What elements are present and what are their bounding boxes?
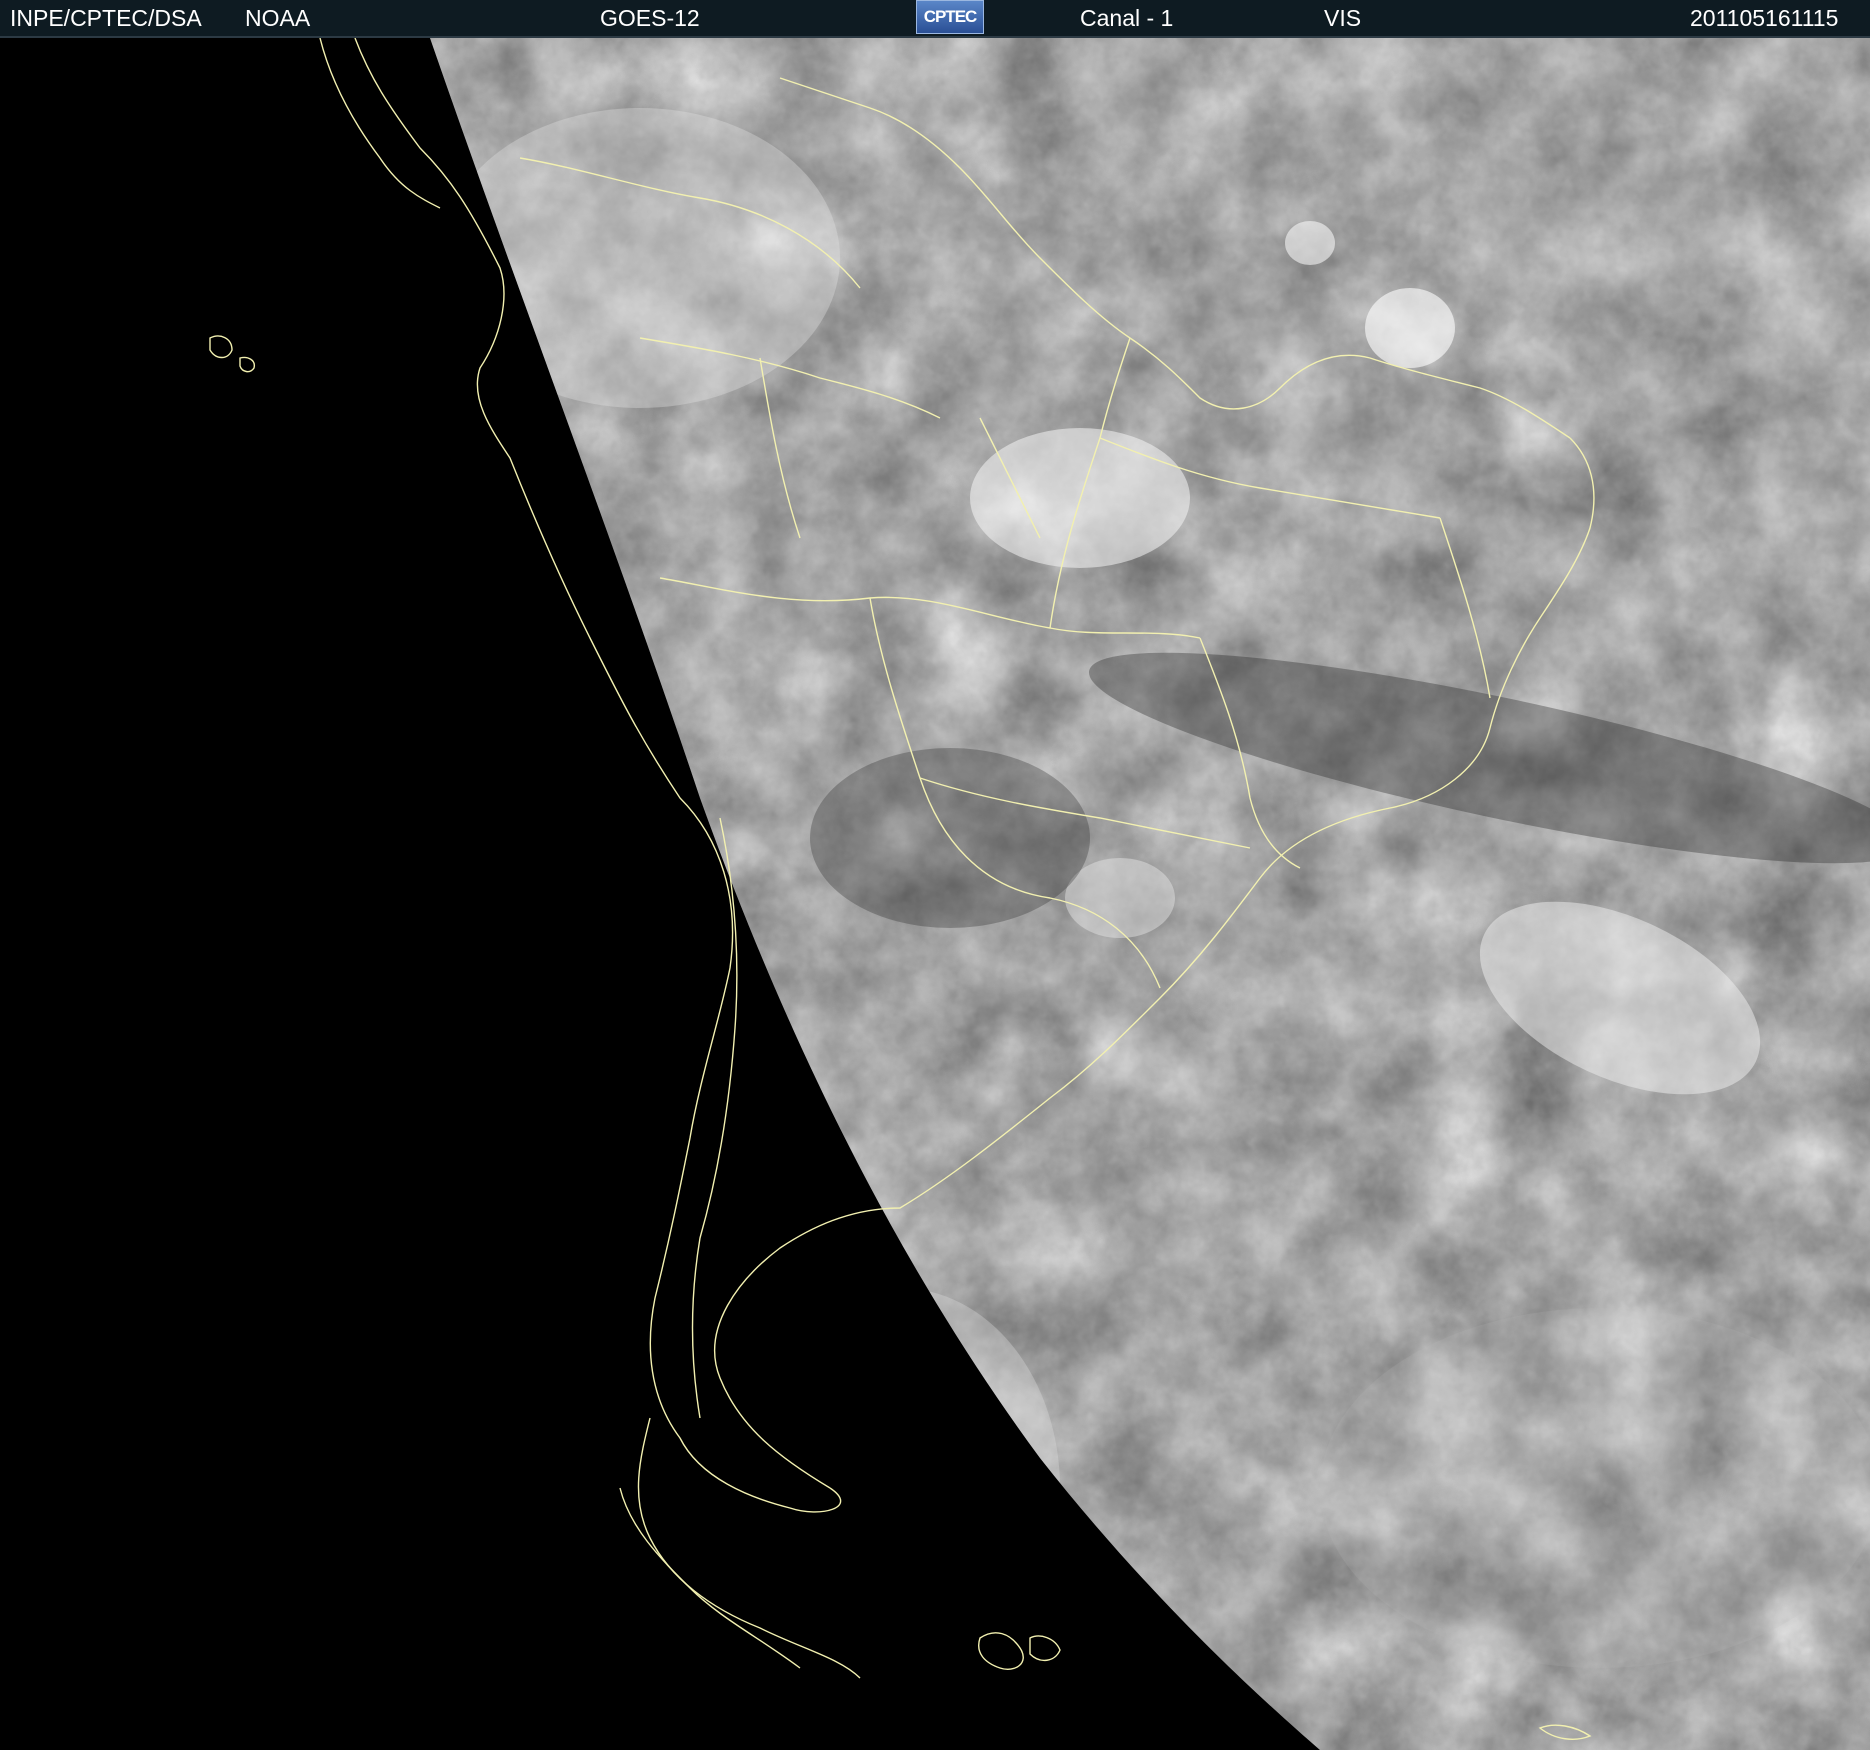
- timestamp-label: 201105161115: [1690, 5, 1839, 31]
- cptec-logo: CPTEC: [916, 0, 984, 34]
- image-header-bar: INPE/CPTEC/DSA NOAA GOES-12 CPTEC Canal …: [0, 0, 1870, 38]
- satellite-image-svg: [209, 38, 1870, 1750]
- earth-disk: [430, 38, 1870, 1750]
- source-label: INPE/CPTEC/DSA: [10, 5, 202, 31]
- satellite-image: [0, 38, 1870, 1750]
- agency-label: NOAA: [245, 5, 311, 31]
- satellite-label: GOES-12: [600, 5, 700, 31]
- channel-label: Canal - 1: [1080, 5, 1174, 31]
- band-label: VIS: [1324, 5, 1362, 31]
